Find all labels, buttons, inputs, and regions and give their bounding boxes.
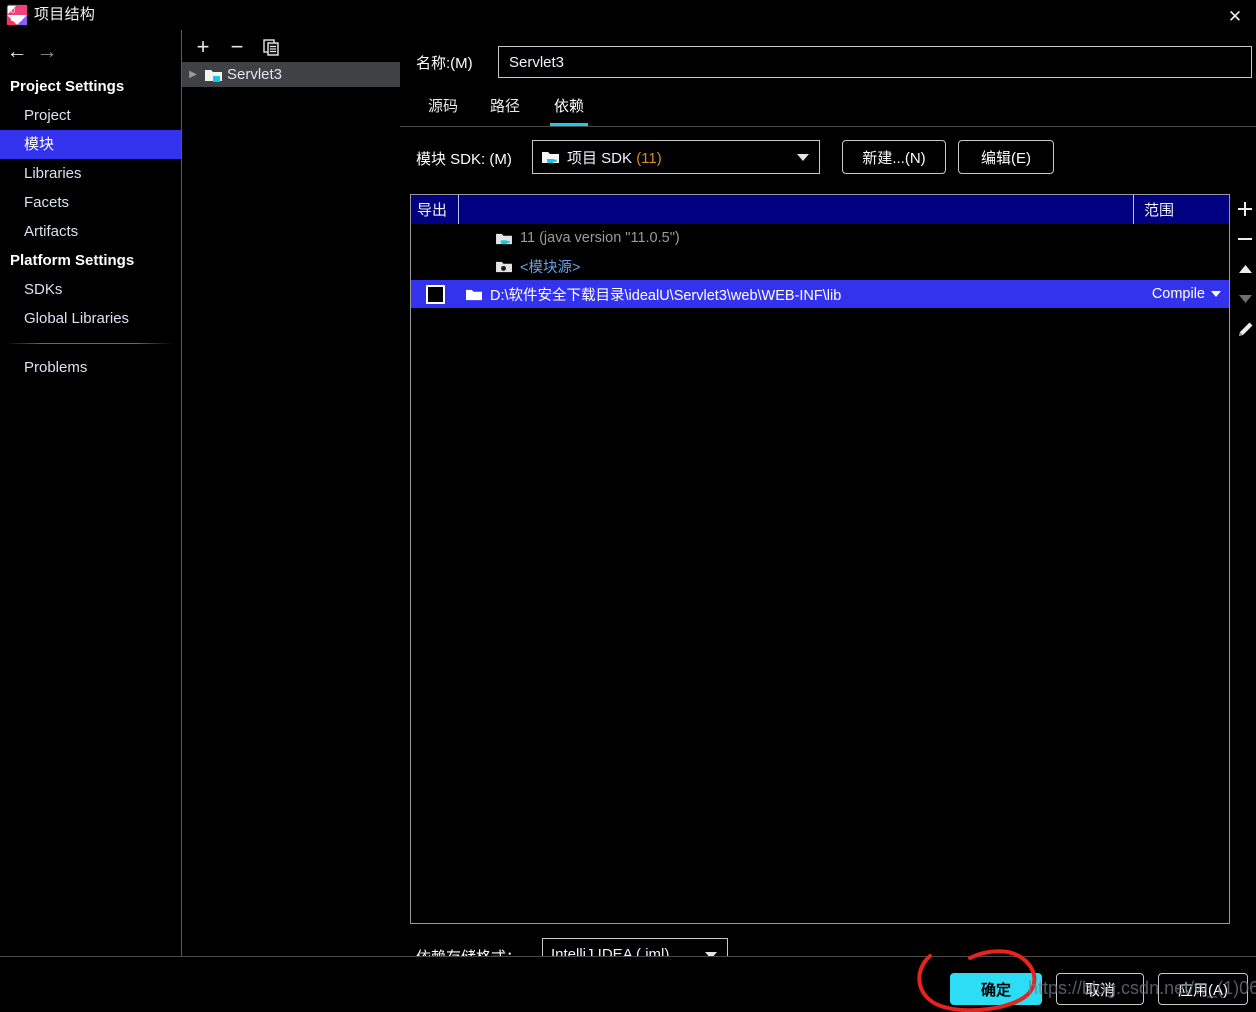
move-down-button[interactable] — [1234, 284, 1256, 314]
table-header-row: 导出 范围 — [411, 195, 1229, 224]
copy-icon — [262, 38, 279, 56]
edit-sdk-button[interactable]: 编辑(E) — [958, 140, 1054, 174]
module-folder-icon — [205, 69, 222, 82]
sidebar-item-global-libraries[interactable]: Global Libraries — [0, 304, 181, 333]
ok-button[interactable]: 确定 — [950, 973, 1042, 1005]
add-module-button[interactable]: + — [190, 34, 216, 60]
dependencies-table: 导出 范围 11 (java version "11.0.5") <模块源> D… — [410, 194, 1230, 924]
tab-sources[interactable]: 源码 — [424, 92, 462, 126]
module-detail-panel: 名称:(M) 源码 路径 依赖 模块 SDK: (M) 项目 SDK (11) … — [400, 30, 1256, 970]
module-name-row: 名称:(M) — [410, 46, 1256, 80]
dependency-name-cell: <模块源> — [459, 256, 1134, 277]
column-header-scope[interactable]: 范围 — [1134, 195, 1229, 224]
add-dependency-button[interactable] — [1234, 194, 1256, 224]
dependency-name-label: <模块源> — [520, 259, 581, 276]
table-row[interactable]: <模块源> — [411, 252, 1229, 280]
chevron-right-icon[interactable]: ▶ — [182, 69, 204, 80]
close-icon[interactable]: ✕ — [1222, 4, 1248, 28]
dependency-scope-label: Compile — [1151, 286, 1205, 302]
module-sdk-row: 模块 SDK: (M) 项目 SDK (11) 新建...(N) 编辑(E) — [410, 140, 1256, 176]
remove-dependency-button[interactable] — [1234, 224, 1256, 254]
dependency-name-label: D:\软件安全下载目录\idealU\Servlet3\web\WEB-INF\… — [490, 287, 842, 304]
copy-module-button[interactable] — [258, 34, 284, 60]
sdk-folder-icon — [542, 152, 559, 163]
tab-dependencies[interactable]: 依赖 — [550, 92, 589, 126]
export-checkbox[interactable] — [425, 284, 445, 304]
module-tabs: 源码 路径 依赖 — [410, 92, 1256, 126]
sdk-folder-icon — [496, 233, 512, 244]
module-source-icon — [496, 261, 512, 272]
sidebar-group-project-settings: Project Settings — [10, 78, 125, 95]
arrow-left-icon[interactable]: ← — [2, 38, 32, 64]
module-sdk-label: 模块 SDK: (M) — [416, 151, 512, 168]
sidebar-group-platform-settings: Platform Settings — [10, 252, 135, 269]
intellij-idea-icon: IJ — [6, 4, 28, 26]
table-row[interactable]: D:\软件安全下载目录\idealU\Servlet3\web\WEB-INF\… — [411, 280, 1229, 308]
edit-dependency-button[interactable] — [1234, 314, 1256, 344]
column-header-name[interactable] — [459, 195, 1134, 224]
arrow-right-icon[interactable]: → — [32, 38, 62, 64]
dependency-name-cell: 11 (java version "11.0.5") — [459, 230, 1134, 246]
tab-paths[interactable]: 路径 — [486, 92, 524, 126]
chevron-down-icon — [1211, 291, 1221, 297]
minus-icon — [1238, 238, 1252, 240]
new-sdk-button[interactable]: 新建...(N) — [842, 140, 946, 174]
title-bar: IJ 项目结构 ✕ — [0, 0, 1256, 30]
sidebar-item-project[interactable]: Project — [0, 101, 181, 130]
dialog-footer: 确定 取消 应用(A) — [0, 957, 1256, 1012]
sidebar-item-modules[interactable]: 模块 — [0, 130, 181, 159]
svg-text:IJ: IJ — [11, 9, 16, 15]
module-sdk-select[interactable]: 项目 SDK (11) — [532, 140, 820, 174]
tabs-underline — [400, 126, 1256, 127]
nav-arrows: ← → — [0, 38, 181, 66]
export-checkbox-cell[interactable] — [411, 284, 459, 304]
remove-module-button[interactable]: − — [224, 34, 250, 60]
module-sdk-value: 项目 SDK (11) — [567, 147, 662, 168]
move-up-button[interactable] — [1234, 254, 1256, 284]
arrow-down-icon — [1238, 295, 1252, 303]
dependency-scope-cell[interactable]: Compile — [1134, 286, 1229, 302]
dependencies-side-toolbar — [1234, 194, 1256, 364]
table-row[interactable]: 11 (java version "11.0.5") — [411, 224, 1229, 252]
tree-item-servlet3[interactable]: ▶ Servlet3 — [182, 62, 401, 87]
edit-pencil-icon — [1238, 322, 1252, 336]
sidebar-nav-list: Project Settings Project 模块 Libraries Fa… — [0, 72, 181, 382]
project-structure-dialog: IJ 项目结构 ✕ ← → Project Settings Project 模… — [0, 0, 1256, 1012]
arrow-up-icon — [1238, 265, 1252, 273]
dependency-name-label: 11 (java version "11.0.5") — [520, 230, 680, 246]
module-sdk-value-version: (11) — [636, 149, 662, 167]
plus-icon — [1238, 202, 1252, 216]
sidebar-item-artifacts[interactable]: Artifacts — [0, 217, 181, 246]
module-sdk-value-name: 项目 SDK — [567, 149, 637, 167]
sidebar-item-libraries[interactable]: Libraries — [0, 159, 181, 188]
module-tree-panel: + − ▶ Servlet3 — [181, 30, 401, 956]
tree-item-label: Servlet3 — [227, 66, 283, 83]
settings-sidebar: ← → Project Settings Project 模块 Librarie… — [0, 30, 181, 1012]
sidebar-item-facets[interactable]: Facets — [0, 188, 181, 217]
dependency-name-cell: D:\软件安全下载目录\idealU\Servlet3\web\WEB-INF\… — [459, 284, 1134, 305]
sidebar-divider — [6, 343, 173, 344]
module-name-input[interactable] — [498, 46, 1252, 78]
cancel-button[interactable]: 取消 — [1056, 973, 1144, 1005]
apply-button[interactable]: 应用(A) — [1158, 973, 1248, 1005]
sidebar-item-sdks[interactable]: SDKs — [0, 275, 181, 304]
sidebar-item-problems[interactable]: Problems — [0, 353, 181, 382]
chevron-down-icon — [797, 154, 809, 161]
folder-icon — [466, 289, 482, 300]
module-name-label: 名称:(M) — [416, 55, 473, 72]
module-tree-toolbar: + − — [182, 30, 401, 62]
column-header-export[interactable]: 导出 — [411, 195, 459, 224]
window-title: 项目结构 — [34, 6, 96, 23]
